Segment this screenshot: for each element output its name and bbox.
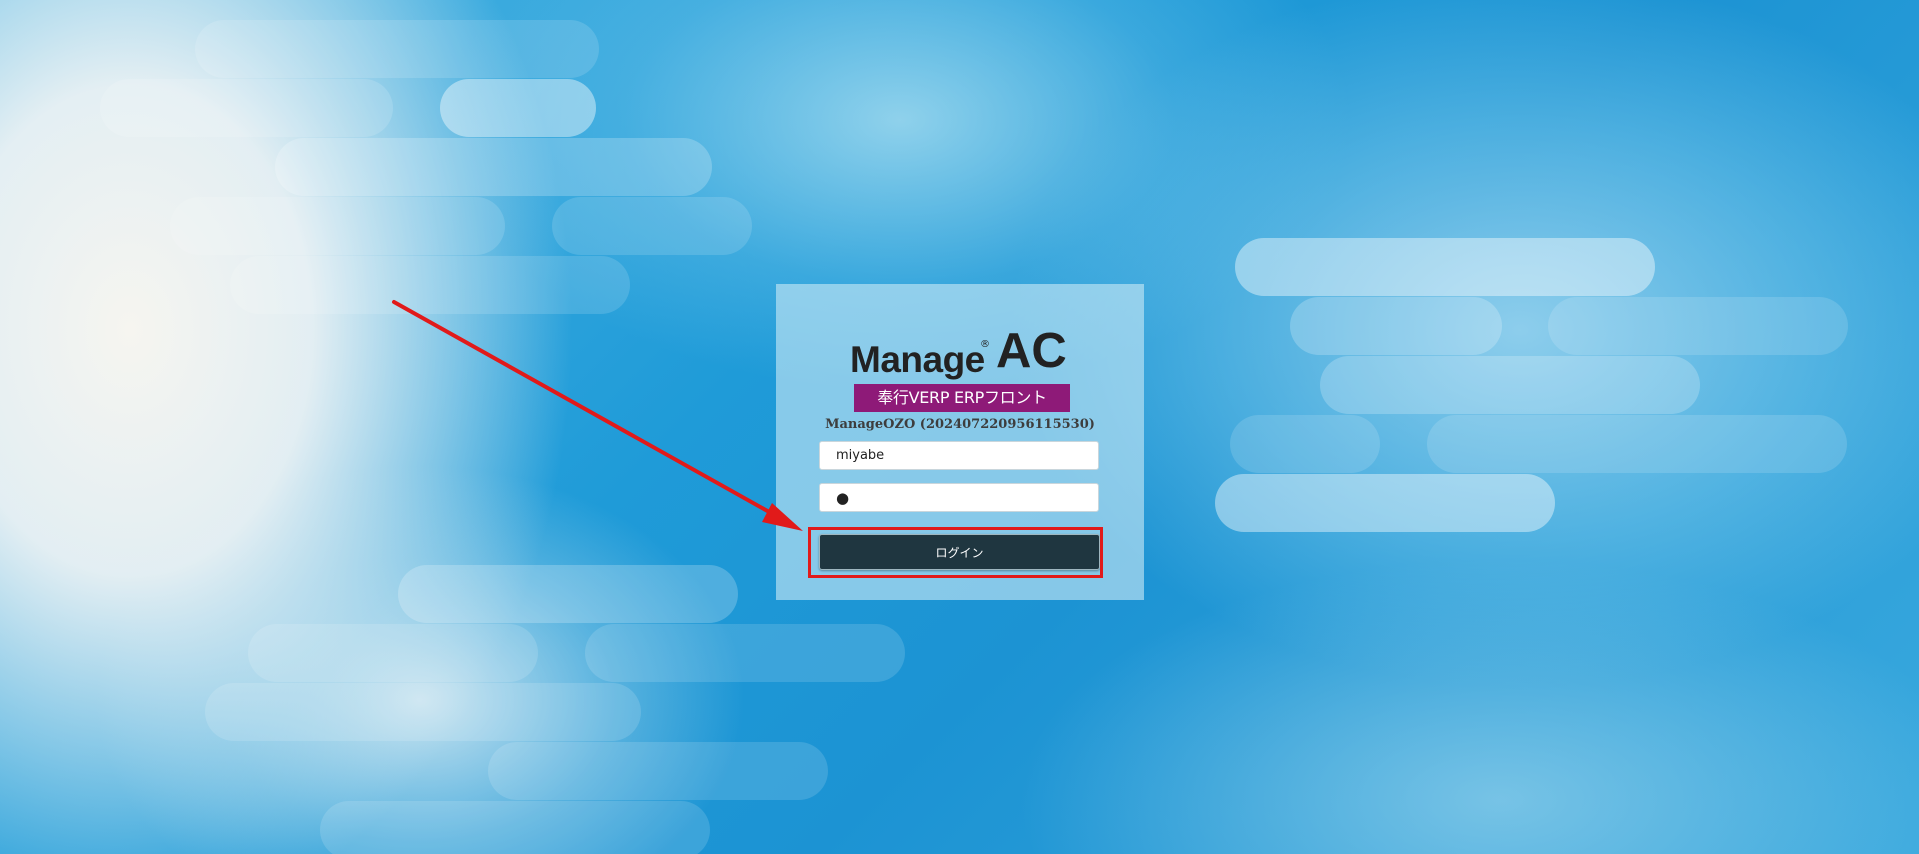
- product-logo: Manage ® AC 奉行VERP ERPフロント: [776, 324, 1144, 424]
- username-field[interactable]: [819, 441, 1099, 470]
- cloud-band: [440, 79, 596, 137]
- cloud-band: [170, 197, 505, 255]
- cloud-band: [585, 624, 905, 682]
- annotation-highlight-box: [808, 527, 1103, 578]
- cloud-band: [398, 565, 738, 623]
- cloud-band: [1427, 415, 1847, 473]
- cloud-band: [248, 624, 538, 682]
- cloud-band: [275, 138, 712, 196]
- cloud-band: [1548, 297, 1848, 355]
- password-field[interactable]: [819, 483, 1099, 512]
- cloud-band: [230, 256, 630, 314]
- cloud-band: [100, 79, 393, 137]
- version-label: ManageOZO (202407220956115530): [825, 417, 1095, 432]
- cloud-band: [320, 801, 710, 854]
- product-badge: 奉行VERP ERPフロント: [854, 384, 1070, 412]
- cloud-band: [205, 683, 641, 741]
- cloud-band: [1230, 415, 1380, 473]
- cloud-band: [1320, 356, 1700, 414]
- cloud-band: [552, 197, 752, 255]
- cloud-band: [1235, 238, 1655, 296]
- cloud-band: [1215, 474, 1555, 532]
- logo-manage-text: Manage: [850, 339, 985, 380]
- cloud-band: [488, 742, 828, 800]
- cloud-band: [195, 20, 599, 78]
- registered-mark: ®: [980, 339, 990, 350]
- logo-ac-text: AC: [996, 324, 1067, 378]
- logo-wordmark: Manage ® AC: [850, 324, 1080, 380]
- cloud-band: [1290, 297, 1502, 355]
